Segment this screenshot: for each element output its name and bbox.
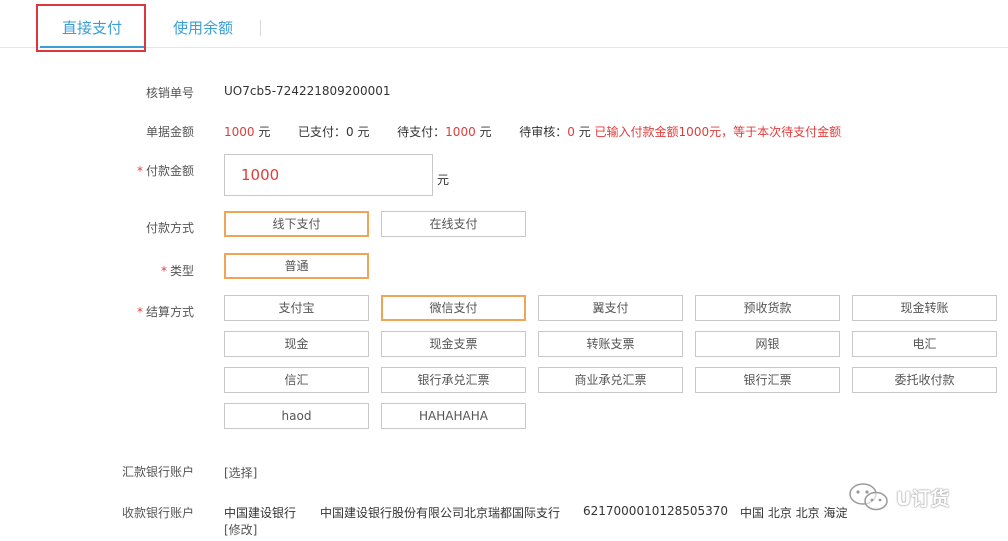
settlement-option-selected[interactable]: 微信支付 xyxy=(381,295,526,321)
type-option-normal[interactable]: 普通 xyxy=(224,253,369,279)
tab-use-balance[interactable]: 使用余额 xyxy=(154,4,252,48)
review-amount-unit: 元 xyxy=(578,125,591,139)
settlement-option[interactable]: haod xyxy=(224,403,369,429)
type-label: * 类型 xyxy=(160,264,194,278)
payment-amount-label: * 付款金额 xyxy=(136,164,194,178)
pending-amount-value: 1000 xyxy=(445,125,476,139)
edit-receive-account-link[interactable]: [修改] xyxy=(224,521,257,538)
amount-status-note: 已输入付款金额1000元，等于本次待支付金额 xyxy=(594,125,842,139)
paid-amount: 已支付：0 元 xyxy=(298,125,370,139)
tab-divider xyxy=(260,20,261,36)
review-label: 待审核： xyxy=(519,125,568,139)
pending-label: 待支付： xyxy=(397,125,446,139)
settlement-option[interactable]: HAHAHAHA xyxy=(381,403,526,429)
document-amount-label: 单据金额 xyxy=(145,125,194,139)
settlement-option[interactable]: 现金支票 xyxy=(381,331,526,357)
settlement-option[interactable]: 现金转账 xyxy=(852,295,997,321)
receive-bank-name: 中国建设银行 xyxy=(224,506,297,520)
payment-amount-unit: 元 xyxy=(437,173,450,187)
total-amount-unit: 元 xyxy=(258,125,271,139)
tab-highlight-box xyxy=(36,4,146,52)
receive-account-number: 6217000010128505370 xyxy=(583,504,729,518)
document-amount-row: 1000 元 已支付：0 元 待支付：1000 元 待审核：0 元 已输入付款金… xyxy=(224,123,841,140)
receive-account-label: 收款银行账户 xyxy=(121,506,194,520)
settlement-option[interactable]: 现金 xyxy=(224,331,369,357)
settlement-option[interactable]: 支付宝 xyxy=(224,295,369,321)
payment-method-online[interactable]: 在线支付 xyxy=(381,211,526,237)
settlement-option[interactable]: 商业承兑汇票 xyxy=(538,367,683,393)
settlement-option[interactable]: 电汇 xyxy=(852,331,997,357)
payment-method-label: 付款方式 xyxy=(145,221,194,235)
settlement-option[interactable]: 银行承兑汇票 xyxy=(381,367,526,393)
pending-amount-unit: 元 xyxy=(479,125,492,139)
settlement-option[interactable]: 网银 xyxy=(695,331,840,357)
tab-bar: 直接支付 使用余额 xyxy=(0,0,1008,48)
receive-bank-location: 中国 北京 北京 海淀 xyxy=(740,506,848,520)
payment-method-offline[interactable]: 线下支付 xyxy=(224,211,369,237)
settlement-method-label: * 结算方式 xyxy=(136,305,194,319)
remit-account-label: 汇款银行账户 xyxy=(121,465,194,479)
review-amount-value: 0 xyxy=(567,125,575,139)
settlement-option[interactable]: 翼支付 xyxy=(538,295,683,321)
order-number-value: UO7cb5-724221809200001 xyxy=(224,84,391,98)
settlement-option[interactable]: 委托收付款 xyxy=(852,367,997,393)
watermark-text: U订货 xyxy=(896,487,950,510)
settlement-option[interactable]: 预收货款 xyxy=(695,295,840,321)
watermark: U订货 xyxy=(848,480,949,514)
receive-bank-branch: 中国建设银行股份有限公司北京瑞都国际支行 xyxy=(320,506,561,520)
settlement-option[interactable]: 信汇 xyxy=(224,367,369,393)
settlement-option[interactable]: 银行汇票 xyxy=(695,367,840,393)
order-number-label: 核销单号 xyxy=(145,86,194,100)
settlement-option[interactable]: 转账支票 xyxy=(538,331,683,357)
total-amount-value: 1000 xyxy=(224,125,255,139)
wechat-icon xyxy=(848,482,890,512)
select-remit-account-link[interactable]: [选择] xyxy=(224,464,257,481)
payment-amount-input[interactable] xyxy=(224,154,433,196)
